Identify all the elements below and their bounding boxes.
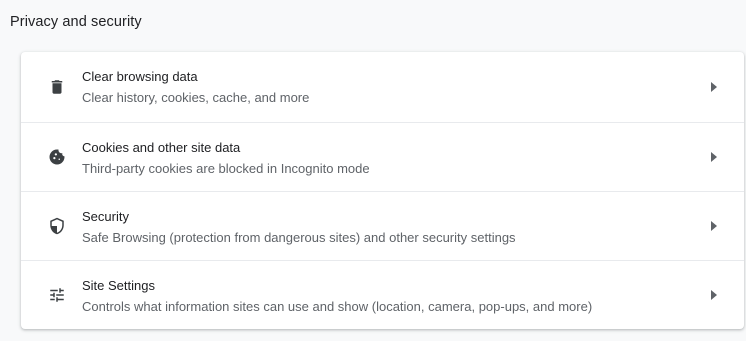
row-texts: Cookies and other site data Third-party … [82,139,684,177]
row-title: Site Settings [82,278,155,293]
security-row[interactable]: Security Safe Browsing (protection from … [21,191,744,260]
site-settings-row[interactable]: Site Settings Controls what information … [21,260,744,329]
row-subtitle: Third-party cookies are blocked in Incog… [82,161,370,176]
row-title: Clear browsing data [82,69,198,84]
row-texts: Clear browsing data Clear history, cooki… [82,68,684,106]
row-title: Security [82,209,129,224]
settings-page: Privacy and security Clear browsing data… [0,0,746,341]
row-subtitle: Clear history, cookies, cache, and more [82,90,310,105]
row-subtitle: Controls what information sites can use … [82,299,593,314]
arrow-right-icon[interactable] [708,151,720,163]
trash-icon [47,77,67,97]
row-texts: Security Safe Browsing (protection from … [82,208,684,246]
cookies-site-data-row[interactable]: Cookies and other site data Third-party … [21,122,744,191]
row-title: Cookies and other site data [82,140,241,155]
arrow-right-icon[interactable] [708,289,720,301]
privacy-security-card: Clear browsing data Clear history, cooki… [21,52,744,329]
arrow-right-icon[interactable] [708,220,720,232]
cookie-icon [47,147,67,167]
shield-icon [47,216,67,236]
section-title: Privacy and security [10,14,142,30]
clear-browsing-data-row[interactable]: Clear browsing data Clear history, cooki… [21,52,744,122]
tune-icon [47,285,67,305]
row-texts: Site Settings Controls what information … [82,277,684,315]
row-subtitle: Safe Browsing (protection from dangerous… [82,230,516,245]
arrow-right-icon[interactable] [708,81,720,93]
